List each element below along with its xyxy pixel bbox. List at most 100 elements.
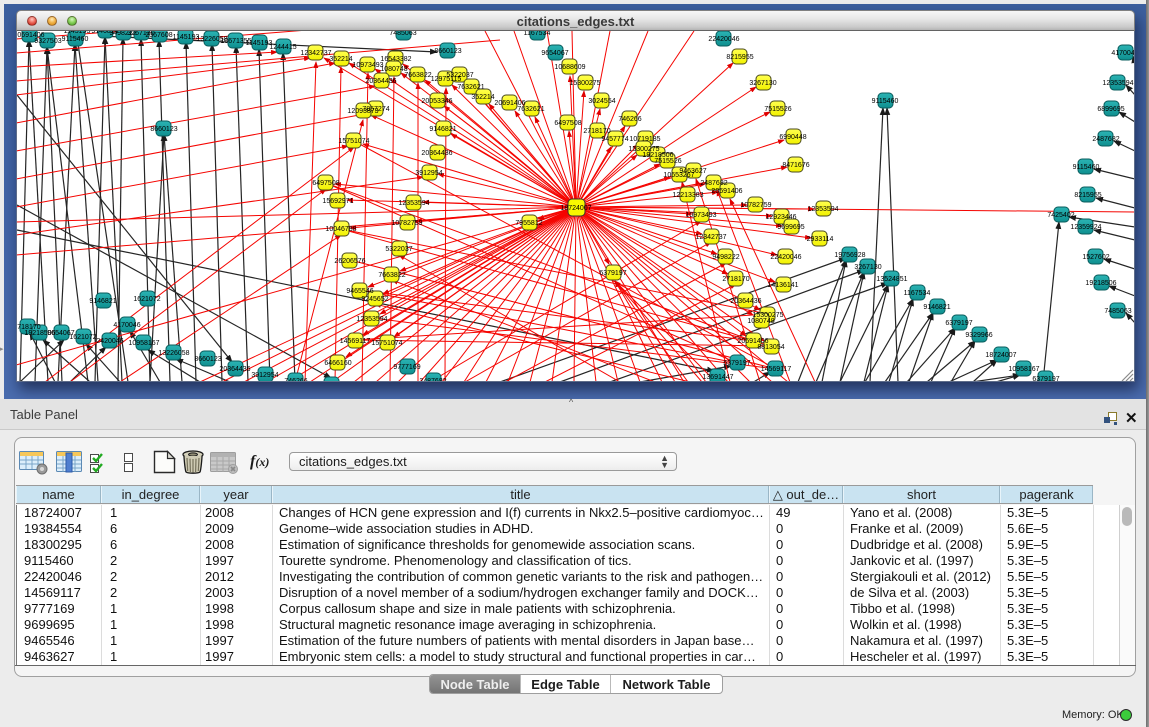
svg-text:4170046: 4170046 <box>113 322 140 329</box>
svg-text:26206576: 26206576 <box>334 258 365 265</box>
svg-text:9146821: 9146821 <box>89 298 116 305</box>
svg-text:2367608: 2367608 <box>145 32 172 39</box>
svg-text:8660123: 8660123 <box>150 126 177 133</box>
svg-text:9115460: 9115460 <box>1073 164 1100 171</box>
svg-text:7663822: 7663822 <box>378 272 405 279</box>
svg-text:8813054: 8813054 <box>757 344 784 351</box>
svg-text:9245652: 9245652 <box>361 296 388 303</box>
svg-text:6379197: 6379197 <box>945 320 972 327</box>
svg-text:12353594: 12353594 <box>398 200 429 207</box>
svg-text:14136141: 14136141 <box>767 282 798 289</box>
svg-text:8660123: 8660123 <box>434 48 461 55</box>
svg-text:2487682: 2487682 <box>700 180 727 187</box>
svg-text:8471676: 8471676 <box>782 162 809 169</box>
svg-text:9329966: 9329966 <box>965 332 992 339</box>
svg-text:2487682: 2487682 <box>1092 136 1119 143</box>
svg-text:7955812: 7955812 <box>515 220 542 227</box>
svg-text:18724007: 18724007 <box>560 205 591 212</box>
svg-text:352214: 352214 <box>329 56 352 63</box>
svg-text:7425402: 7425402 <box>1047 212 1074 219</box>
svg-text:12353594: 12353594 <box>356 316 387 323</box>
svg-text:12923446: 12923446 <box>765 214 796 221</box>
svg-text:2420046: 2420046 <box>96 338 123 345</box>
svg-text:22420046: 22420046 <box>770 254 801 261</box>
svg-text:10046788: 10046788 <box>325 226 356 233</box>
svg-text:12353594: 12353594 <box>1102 80 1133 87</box>
svg-text:9146821: 9146821 <box>923 304 950 311</box>
svg-text:1167534: 1167534 <box>524 31 551 37</box>
svg-text:7632621: 7632621 <box>457 84 484 91</box>
svg-text:10958167: 10958167 <box>1008 366 1039 373</box>
svg-text:20364436: 20364436 <box>421 150 452 157</box>
svg-text:9327503: 9327503 <box>34 38 61 45</box>
svg-text:13524851: 13524851 <box>876 276 907 283</box>
svg-text:9115460: 9115460 <box>872 98 899 105</box>
svg-text:6379197: 6379197 <box>599 270 626 277</box>
svg-text:12342737: 12342737 <box>695 234 726 241</box>
svg-text:10719185: 10719185 <box>629 136 660 143</box>
svg-text:15692971: 15692971 <box>322 198 353 205</box>
svg-text:2933114: 2933114 <box>807 236 834 243</box>
svg-text:20364436: 20364436 <box>365 78 396 85</box>
svg-text:6497508: 6497508 <box>312 180 339 187</box>
svg-text:20364436: 20364436 <box>730 298 761 305</box>
svg-text:7632621: 7632621 <box>517 106 544 113</box>
svg-text:1145193: 1145193 <box>64 31 91 35</box>
svg-text:19756928: 19756928 <box>834 252 865 259</box>
svg-text:14569117: 14569117 <box>340 338 371 345</box>
svg-text:6899695: 6899695 <box>1097 106 1124 113</box>
svg-text:5322037: 5322037 <box>446 72 473 79</box>
svg-text:10973493: 10973493 <box>685 212 716 219</box>
svg-text:5322037: 5322037 <box>385 246 412 253</box>
svg-text:10958167: 10958167 <box>128 340 159 347</box>
svg-text:3267130: 3267130 <box>749 80 776 87</box>
svg-text:7515526: 7515526 <box>764 106 791 113</box>
svg-text:10782759: 10782759 <box>740 202 771 209</box>
svg-text:3267130: 3267130 <box>854 264 881 271</box>
svg-text:9146821: 9146821 <box>429 126 456 133</box>
svg-text:4170046: 4170046 <box>1111 50 1135 57</box>
svg-text:3912954: 3912954 <box>415 170 442 177</box>
svg-text:2718170: 2718170 <box>722 276 749 283</box>
svg-text:9465546: 9465546 <box>346 288 373 295</box>
svg-text:2718170: 2718170 <box>583 128 610 135</box>
svg-text:8215955: 8215955 <box>1074 192 1101 199</box>
svg-text:6990448: 6990448 <box>779 134 806 141</box>
svg-text:1527602: 1527602 <box>1082 254 1109 261</box>
svg-text:9498222: 9498222 <box>712 254 739 261</box>
svg-text:352214: 352214 <box>471 94 494 101</box>
svg-text:7485063: 7485063 <box>389 31 416 37</box>
svg-text:10782759: 10782759 <box>391 220 422 227</box>
svg-text:7515526: 7515526 <box>654 158 681 165</box>
svg-text:1080748: 1080748 <box>747 318 774 325</box>
svg-text:7663822: 7663822 <box>404 72 431 79</box>
svg-text:6466160: 6466160 <box>324 360 351 367</box>
svg-text:746266: 746266 <box>618 116 641 123</box>
svg-text:9699695: 9699695 <box>777 224 804 231</box>
svg-text:9115460: 9115460 <box>62 36 89 43</box>
svg-text:16543382: 16543382 <box>380 56 411 63</box>
svg-text:3912954: 3912954 <box>251 372 278 379</box>
svg-text:6497508: 6497508 <box>554 120 581 127</box>
svg-text:9777169: 9777169 <box>393 364 420 371</box>
svg-text:8215955: 8215955 <box>726 54 753 61</box>
svg-text:3024554: 3024554 <box>588 98 615 105</box>
svg-text:12353594: 12353594 <box>807 206 838 213</box>
svg-text:20053346: 20053346 <box>421 98 452 105</box>
svg-text:1167534: 1167534 <box>904 290 931 297</box>
svg-text:18724007: 18724007 <box>985 352 1016 359</box>
svg-text:1621072: 1621072 <box>133 296 160 303</box>
svg-text:12359924: 12359924 <box>1070 224 1101 231</box>
svg-text:1244415: 1244415 <box>269 44 296 51</box>
svg-text:15751074: 15751074 <box>371 340 402 347</box>
svg-text:12213383: 12213383 <box>672 192 703 199</box>
svg-text:8660123: 8660123 <box>194 356 221 363</box>
svg-text:12342737: 12342737 <box>300 50 331 57</box>
svg-text:10973493: 10973493 <box>352 62 383 69</box>
svg-text:12093873: 12093873 <box>347 108 378 115</box>
svg-text:15751074: 15751074 <box>338 138 369 145</box>
svg-text:13226058: 13226058 <box>158 350 189 357</box>
svg-text:15300275: 15300275 <box>569 80 600 87</box>
svg-text:13691447: 13691447 <box>702 374 733 381</box>
svg-text:7485063: 7485063 <box>1104 308 1131 315</box>
